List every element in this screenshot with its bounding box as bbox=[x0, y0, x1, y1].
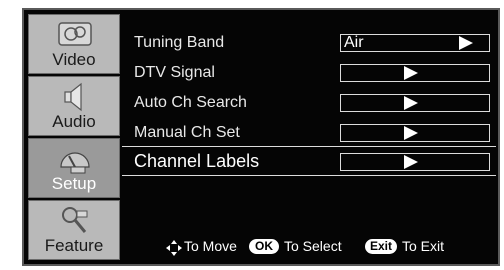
tuning-band-value: Air bbox=[344, 34, 364, 51]
speaker-icon bbox=[64, 82, 82, 112]
move-arrows-icon bbox=[166, 240, 182, 256]
setup-icon bbox=[60, 152, 90, 174]
menu-row-auto-ch-search[interactable]: Auto Ch Search bbox=[122, 88, 496, 116]
video-icon bbox=[58, 22, 92, 46]
tab-feature[interactable]: Feature bbox=[28, 200, 120, 260]
arrow-right-icon bbox=[404, 155, 418, 169]
exit-hint: To Exit bbox=[402, 238, 445, 254]
menu-label-tuning-band: Tuning Band bbox=[134, 34, 225, 51]
menu-label-channel-labels: Channel Labels bbox=[134, 151, 260, 171]
tab-setup-label: Setup bbox=[51, 174, 97, 193]
exit-key-badge: Exit bbox=[365, 239, 397, 254]
tab-audio-label: Audio bbox=[52, 112, 96, 131]
tab-feature-label: Feature bbox=[44, 236, 104, 255]
channel-labels-selector[interactable] bbox=[340, 153, 490, 171]
menu-row-dtv-signal[interactable]: DTV Signal bbox=[122, 58, 496, 86]
arrow-right-icon bbox=[404, 66, 418, 80]
setup-panel: Tuning Band Air DTV Signal Auto Ch Searc… bbox=[122, 14, 496, 262]
menu-row-channel-labels[interactable]: Channel Labels bbox=[122, 146, 496, 176]
tuning-band-selector[interactable]: Air bbox=[340, 34, 490, 52]
tab-video-label: Video bbox=[52, 50, 96, 69]
tab-audio[interactable]: Audio bbox=[28, 76, 120, 136]
arrow-right-icon bbox=[459, 36, 473, 50]
select-hint: To Select bbox=[284, 238, 342, 254]
arrow-right-icon bbox=[404, 126, 418, 140]
footer-help: To Move OK To Select Exit To Exit bbox=[122, 236, 496, 258]
menu-label-manual-ch-set: Manual Ch Set bbox=[134, 124, 240, 141]
feature-icon bbox=[62, 207, 88, 233]
manual-ch-set-selector[interactable] bbox=[340, 124, 490, 142]
auto-ch-search-selector[interactable] bbox=[340, 94, 490, 112]
menu-label-auto-ch-search: Auto Ch Search bbox=[134, 94, 247, 111]
tab-setup[interactable]: Setup bbox=[28, 138, 120, 198]
ok-key-badge: OK bbox=[249, 239, 279, 254]
move-hint: To Move bbox=[184, 238, 237, 254]
dtv-signal-selector[interactable] bbox=[340, 64, 490, 82]
arrow-right-icon bbox=[404, 96, 418, 110]
osd-menu: Video Audio Setup Feature Tuning Band Ai… bbox=[22, 8, 500, 266]
menu-row-manual-ch-set[interactable]: Manual Ch Set bbox=[122, 118, 496, 146]
tab-video[interactable]: Video bbox=[28, 14, 120, 74]
menu-row-tuning-band[interactable]: Tuning Band Air bbox=[122, 28, 496, 56]
menu-label-dtv-signal: DTV Signal bbox=[134, 64, 215, 81]
menu-tabs: Video Audio Setup Feature bbox=[28, 14, 120, 262]
